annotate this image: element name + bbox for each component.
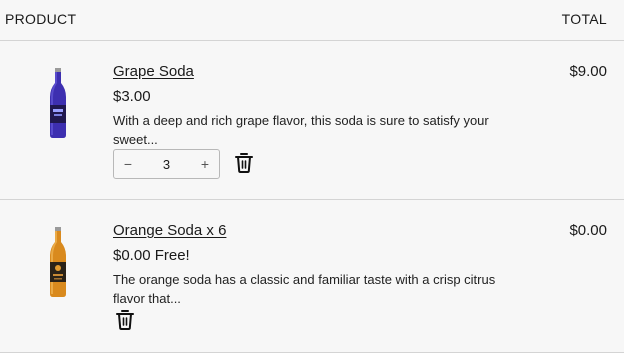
product-name-link[interactable]: Orange Soda x 6 [113,222,226,239]
orange-soda-bottle-image[interactable] [44,226,72,298]
product-description: The orange soda has a classic and famili… [113,272,496,306]
trash-icon[interactable] [234,152,254,174]
product-description: With a deep and rich grape flavor, this … [113,113,489,147]
cart-item-orange-soda: Orange Soda x 6 $0.00 Free! The orange s… [0,200,624,353]
cart-item-grape-soda: Grape Soda $3.00 With a deep and rich gr… [0,41,624,200]
grape-soda-bottle-image[interactable] [44,67,72,139]
cart-table-header: PRODUCT TOTAL [0,0,624,41]
quantity-input[interactable]: 3 [142,150,191,178]
quantity-stepper: − 3 + [113,149,220,179]
decrease-quantity-button[interactable]: − [114,150,142,178]
trash-icon[interactable] [115,309,135,331]
product-name-link[interactable]: Grape Soda [113,63,194,80]
product-column-header: PRODUCT [5,11,77,27]
unit-price: $3.00 [113,88,151,105]
line-total: $0.00 [569,222,607,239]
unit-price: $0.00 Free! [113,247,190,264]
increase-quantity-button[interactable]: + [191,150,219,178]
total-column-header: TOTAL [561,11,607,27]
line-total: $9.00 [569,63,607,80]
